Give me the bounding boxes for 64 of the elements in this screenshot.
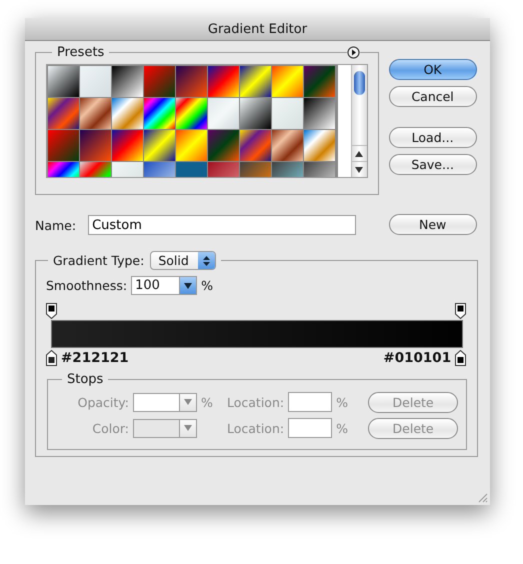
percent-unit: % <box>336 394 349 410</box>
gradient-swatch[interactable] <box>304 130 335 161</box>
gradient-swatch[interactable] <box>144 98 175 129</box>
gradient-swatch[interactable] <box>240 66 271 97</box>
color-stop-icon[interactable] <box>455 350 466 366</box>
gradient-swatch[interactable] <box>272 66 303 97</box>
presets-label: Presets <box>57 45 104 60</box>
scroll-thumb[interactable] <box>354 71 365 95</box>
opacity-stop-icon[interactable] <box>455 303 466 319</box>
smoothness-field[interactable]: 100 <box>131 276 198 295</box>
opacity-stop-icon[interactable] <box>46 303 57 319</box>
gradient-swatch[interactable] <box>48 130 79 161</box>
gradient-swatch[interactable] <box>112 98 143 129</box>
gradient-swatch[interactable] <box>176 66 207 97</box>
dialog-button[interactable]: OK <box>388 59 477 80</box>
gradient-swatch[interactable] <box>80 130 111 161</box>
gradient-type-label: Gradient Type: <box>53 253 144 268</box>
percent-unit: % <box>201 394 214 410</box>
name-label: Name: <box>35 218 76 232</box>
caret-icon <box>184 399 192 405</box>
location-label: Location: <box>227 420 284 436</box>
gradient-swatch[interactable] <box>48 98 79 129</box>
smoothness-label: Smoothness: <box>46 278 128 293</box>
gradient-swatch[interactable] <box>48 66 79 97</box>
window-title: Gradient Editor <box>208 22 308 36</box>
gradient-swatch[interactable] <box>208 98 239 129</box>
location-label: Location: <box>227 394 284 410</box>
gradient-swatch[interactable] <box>144 66 175 97</box>
gradient-swatch[interactable] <box>240 130 271 161</box>
name-field[interactable]: Custom <box>88 215 356 235</box>
scrollbar[interactable] <box>350 65 367 177</box>
stop-field-label: Opacity: <box>76 394 129 410</box>
gradient-swatch[interactable] <box>208 66 239 97</box>
gradient-swatch[interactable] <box>112 66 143 97</box>
gradient-swatch[interactable] <box>272 130 303 161</box>
gradient-swatch[interactable] <box>80 66 111 97</box>
dialog-button[interactable]: Load... <box>388 127 477 148</box>
stops-label: Stops <box>67 372 104 387</box>
color-stop-icon[interactable] <box>46 350 57 366</box>
gradient-swatch[interactable] <box>112 130 143 161</box>
caret-icon <box>184 425 192 431</box>
gradient-swatch[interactable] <box>304 98 335 129</box>
color-stop-value: #212121 <box>61 350 129 366</box>
flyout-menu-icon[interactable] <box>346 46 360 59</box>
gradient-swatch[interactable] <box>144 130 175 161</box>
dialog-button[interactable]: Cancel <box>388 86 477 107</box>
caret-icon <box>184 282 192 288</box>
gradient-swatch[interactable] <box>208 130 239 161</box>
gradient-swatch[interactable] <box>80 98 111 129</box>
percent-unit: % <box>201 278 213 293</box>
gradient-swatch[interactable] <box>240 98 271 129</box>
gradient-swatch[interactable] <box>176 130 207 161</box>
percent-unit: % <box>336 420 349 436</box>
gradient-bar[interactable] <box>51 320 464 348</box>
new-button[interactable]: New <box>388 214 477 235</box>
gradient-swatch[interactable] <box>272 98 303 129</box>
gradient-type-dropdown[interactable]: Solid <box>150 251 216 270</box>
stop-field-label: Color: <box>91 420 129 436</box>
stepper-arrows-icon <box>203 256 210 266</box>
color-stop-value: #010101 <box>383 350 452 366</box>
resize-grip-icon[interactable] <box>477 492 488 503</box>
gradient-swatch[interactable] <box>176 98 207 129</box>
dialog-button[interactable]: Save... <box>388 154 477 175</box>
gradient-swatch[interactable] <box>304 66 335 97</box>
